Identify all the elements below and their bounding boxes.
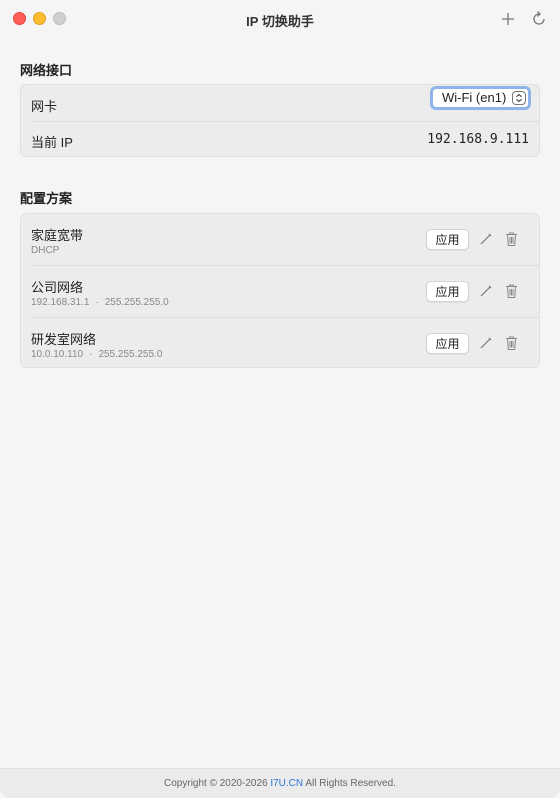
current-ip-value: 192.168.9.111 — [427, 132, 529, 147]
plan-row: 公司网络 192.168.31.1 · 255.255.255.0 应用 — [31, 277, 529, 309]
plan-name: 家庭宽带 — [31, 228, 84, 243]
titlebar: IP 切换助手 — [0, 0, 560, 38]
footer-link[interactable]: I7U.CN — [270, 778, 303, 789]
plan-address: 192.168.31.1 · 255.255.255.0 — [31, 297, 169, 308]
app-window: IP 切换助手 网络接口 网卡 Wi-Fi (en1) 当前 IP 192.16… — [0, 0, 560, 798]
network-section-title: 网络接口 — [20, 63, 73, 78]
plan-ip: DHCP — [31, 245, 60, 256]
plus-icon[interactable] — [498, 9, 518, 29]
apply-button[interactable]: 应用 — [426, 281, 469, 302]
network-card: 网卡 Wi-Fi (en1) 当前 IP 192.168.9.111 — [20, 84, 540, 157]
current-ip-label: 当前 IP — [31, 135, 73, 150]
adapter-select[interactable]: Wi-Fi (en1) — [430, 86, 531, 110]
plan-mask: 255.255.255.0 — [98, 349, 163, 360]
separator-dot: · — [95, 297, 99, 308]
plan-row: 家庭宽带 DHCP 应用 — [31, 225, 529, 257]
plan-mask: 255.255.255.0 — [104, 297, 169, 308]
plans-card: 家庭宽带 DHCP 应用 公司网络 192.168.31.1 · 255.255.2… — [20, 213, 540, 368]
plan-row: 研发室网络 10.0.10.110 · 255.255.255.0 应用 — [31, 329, 529, 361]
adapter-label: 网卡 — [31, 99, 58, 114]
apply-button[interactable]: 应用 — [426, 229, 469, 250]
pencil-icon[interactable] — [479, 284, 493, 298]
trash-icon[interactable] — [504, 335, 519, 351]
footer: Copyright © 2020-2026 I7U.CN All Rights … — [0, 768, 560, 798]
refresh-icon[interactable] — [529, 9, 549, 29]
trash-icon[interactable] — [504, 231, 519, 247]
pencil-icon[interactable] — [479, 336, 493, 350]
plans-section-title: 配置方案 — [20, 191, 73, 206]
apply-button[interactable]: 应用 — [426, 333, 469, 354]
plan-name: 公司网络 — [31, 280, 84, 295]
footer-copyright: Copyright © 2020-2026 — [164, 778, 271, 789]
plan-ip: 10.0.10.110 — [31, 349, 84, 360]
footer-rights: All Rights Reserved. — [303, 778, 396, 789]
chevron-updown-icon — [512, 91, 526, 105]
adapter-row: 网卡 Wi-Fi (en1) — [31, 86, 531, 114]
divider — [31, 317, 539, 318]
adapter-selected-value: Wi-Fi (en1) — [442, 90, 507, 105]
current-ip-row: 当前 IP 192.168.9.111 — [31, 132, 529, 150]
plan-address: 10.0.10.110 · 255.255.255.0 — [31, 349, 162, 360]
divider — [31, 265, 539, 266]
pencil-icon[interactable] — [479, 232, 493, 246]
divider — [31, 121, 539, 122]
separator-dot: · — [89, 349, 93, 360]
window-title: IP 切换助手 — [246, 14, 314, 29]
plan-name: 研发室网络 — [31, 332, 97, 347]
plan-ip: 192.168.31.1 — [31, 297, 90, 308]
trash-icon[interactable] — [504, 283, 519, 299]
